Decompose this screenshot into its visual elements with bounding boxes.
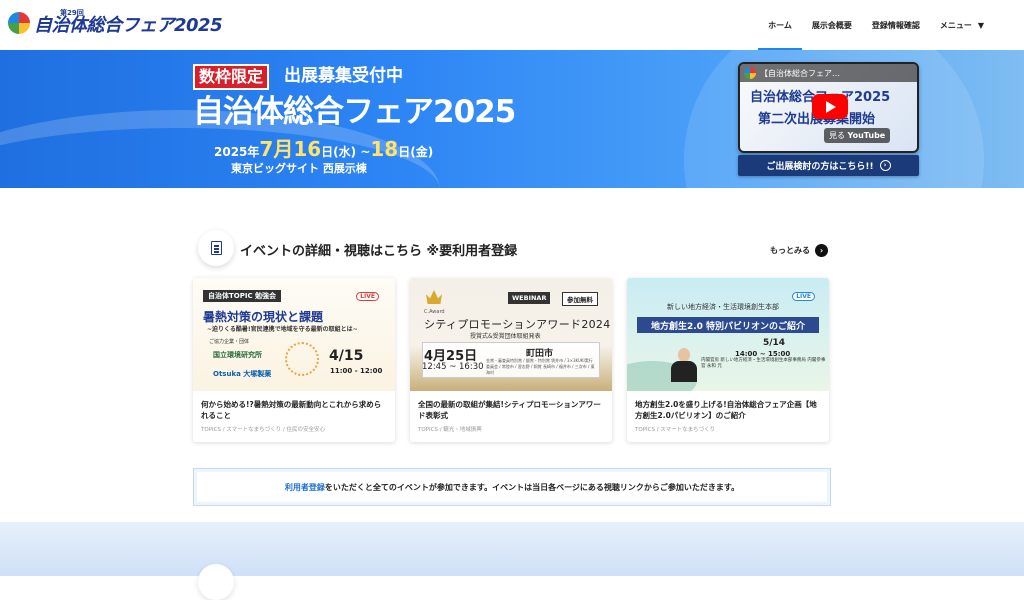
arrow-right-icon: › <box>879 160 891 171</box>
youtube-watch-link[interactable]: 見る YouTube <box>824 128 891 143</box>
org-logo-nies: 国立環境研究所 <box>213 351 262 359</box>
next-section-band <box>0 522 1024 576</box>
event-card-tags: TOPICS / 観光・地域振興 <box>418 427 482 433</box>
card-image-title: 暑熱対策の現状と課題 <box>203 310 324 324</box>
card-image-date: 4/15 <box>329 348 364 364</box>
crown-icon <box>426 290 442 304</box>
date-month: 7月 <box>259 137 294 161</box>
event-cards: 自治体TOPIC 勉強会 LIVE 暑熱対策の現状と課題 ~迫りくる酷暑!官民連… <box>193 278 831 442</box>
event-card[interactable]: 自治体TOPIC 勉強会 LIVE 暑熱対策の現状と課題 ~迫りくる酷暑!官民連… <box>193 278 395 442</box>
main-nav: ホーム 展示会概要 登録情報確認 メニュー ▼ <box>758 0 994 50</box>
card-image-date: 5/14 <box>763 338 786 348</box>
date-day-end: 18 <box>370 137 399 161</box>
date-day-start: 16 <box>293 137 322 161</box>
channel-avatar-icon <box>744 67 756 79</box>
event-card-image: LIVE 新しい地方経済・生活環境創生本部 地方創生2.0 特別パビリオンのご紹… <box>627 278 829 391</box>
nav-menu[interactable]: メニュー ▼ <box>930 0 994 50</box>
more-label: もっとみる <box>770 246 810 255</box>
live-badge: LIVE <box>356 292 379 301</box>
arrow-right-icon: › <box>815 244 828 257</box>
more-link[interactable]: もっとみる › <box>770 244 828 257</box>
event-card-tags: TOPICS / スマートなまちづくり / 住民の安全安心 <box>201 427 325 433</box>
site-logo[interactable]: 第29回 自治体総合フェア2025 <box>8 10 223 36</box>
free-badge: 参加無料 <box>562 292 598 306</box>
date-year: 2025年 <box>214 145 260 159</box>
hero-banner: 数枠限定 出展募集受付中 自治体総合フェア2025 2025年7月16日(水) … <box>0 50 1024 188</box>
event-card-title: 全国の最新の取組が集結!シティプロモーションアワード表彰式 <box>418 400 601 420</box>
section-title: イベントの詳細・視聴はこちら ※要利用者登録 <box>240 244 518 259</box>
notice-text: 利用者登録をいただくと全てのイベントが参加できます。イベントは当日各ページにある… <box>285 482 739 493</box>
speaker-body <box>671 361 697 382</box>
limited-badge: 数枠限定 <box>193 64 270 90</box>
hero-date: 2025年7月16日(水) ~18日(金) <box>214 138 433 163</box>
card-image-title: シティプロモーションアワード2024 <box>424 318 611 331</box>
event-card[interactable]: C.Award WEBINAR 参加無料 シティプロモーションアワード2024 … <box>410 278 612 442</box>
date-weekday-end: 日(金) <box>398 145 434 159</box>
nav-exhibition-overview[interactable]: 展示会概要 <box>802 0 862 50</box>
exhibit-inquiry-label: ご出展検討の方はこちら!! <box>766 162 874 172</box>
promo-video[interactable]: 【自治体総合フェア… 自治体総合フェア2025 第二次出展募集開始 見る You… <box>738 62 919 153</box>
event-card-tags: TOPICS / スマートなまちづくり <box>635 427 716 433</box>
speaker-photo <box>671 348 697 382</box>
event-card-image: 自治体TOPIC 勉強会 LIVE 暑熱対策の現状と課題 ~迫りくる酷暑!官民連… <box>193 278 395 391</box>
watch-label: 見る <box>829 131 845 140</box>
card-image-subtitle: 授賞式&受賞団体取組発表 <box>470 333 541 340</box>
registration-notice: 利用者登録をいただくと全てのイベントが参加できます。イベントは当日各ページにある… <box>193 468 831 506</box>
video-topbar: 【自治体総合フェア… <box>740 64 917 82</box>
event-card-title: 地方創生2.0を盛り上げる!自治体総合フェア企画【地方創生2.0パビリオン】のご… <box>635 400 817 420</box>
card-image-coop: ご協力企業・団体 <box>209 339 250 345</box>
org-logo-otsuka: Otsuka 大塚製薬 <box>213 370 272 378</box>
card-image-time: 14:00 ~ 15:00 <box>735 350 791 358</box>
logo-text: 第29回 自治体総合フェア2025 <box>34 10 223 36</box>
event-card[interactable]: LIVE 新しい地方経済・生活環境創生本部 地方創生2.0 特別パビリオンのご紹… <box>627 278 829 442</box>
nav-home[interactable]: ホーム <box>758 0 802 50</box>
card-image-title: 地方創生2.0 特別パビリオンのご紹介 <box>650 321 806 332</box>
caret-down-icon: ▼ <box>977 20 984 30</box>
card-image-time: 11:00 - 12:00 <box>330 367 383 375</box>
nav-menu-label: メニュー <box>939 20 972 30</box>
sun-icon <box>285 342 319 376</box>
live-badge: LIVE <box>792 292 815 301</box>
user-registration-link[interactable]: 利用者登録 <box>285 483 325 492</box>
card-image-org: 新しい地方経済・生活環境創生本部 <box>667 303 779 311</box>
speaker-role: 内閣官房 新しい地方経済・生活環境創生本部事務局 内閣参事官 永和 元 <box>701 358 826 369</box>
card-image-subtitle: ~迫りくる酷暑!官民連携で地域を守る最新の取組とは~ <box>207 326 358 333</box>
document-icon-badge <box>198 230 234 266</box>
hero-recruit-text: 出展募集受付中 <box>284 66 403 86</box>
award-label: C.Award <box>424 309 445 315</box>
notice-body: をいただくと全てのイベントが参加できます。イベントは当日各ページにある視聴リンク… <box>324 482 740 492</box>
exhibit-inquiry-button[interactable]: ご出展検討の方はこちら!! › <box>738 155 919 176</box>
events-section-header: イベントの詳細・視聴はこちら ※要利用者登録 もっとみる › <box>198 230 832 270</box>
card-image-time: 12:45 ~ 16:30 <box>422 362 484 372</box>
event-card-title: 何から始める!?暑熱対策の最新動向とこれから求められること <box>201 400 382 420</box>
hero-title: 自治体総合フェア2025 <box>193 94 516 130</box>
logo-mark-icon <box>8 11 30 34</box>
video-title: 【自治体総合フェア… <box>760 68 840 78</box>
play-button-icon[interactable] <box>812 94 848 119</box>
event-card-image: C.Award WEBINAR 参加無料 シティプロモーションアワード2024 … <box>410 278 612 391</box>
site-header: 第29回 自治体総合フェア2025 ホーム 展示会概要 登録情報確認 メニュー … <box>0 0 1024 50</box>
speaker-head <box>678 348 690 362</box>
nav-registration-check[interactable]: 登録情報確認 <box>862 0 930 50</box>
hero-venue: 東京ビッグサイト 西展示棟 <box>231 162 367 175</box>
card-category-label: 自治体TOPIC 勉強会 <box>203 290 282 302</box>
card-image-detail: 金賞・審査員特別賞 / 銀賞・特別賞 袋井市 / 3×3KUKI実行委員会 / … <box>486 358 595 375</box>
youtube-brand: YouTube <box>847 131 886 140</box>
logo-main: 自治体総合フェア2025 <box>34 15 223 36</box>
document-icon <box>210 241 222 255</box>
webinar-badge: WEBINAR <box>508 292 551 304</box>
date-weekday-start: 日(水) ~ <box>321 145 371 159</box>
card-image-band: 地方創生2.0 特別パビリオンのご紹介 <box>637 317 819 333</box>
next-section-icon-badge <box>198 564 234 600</box>
